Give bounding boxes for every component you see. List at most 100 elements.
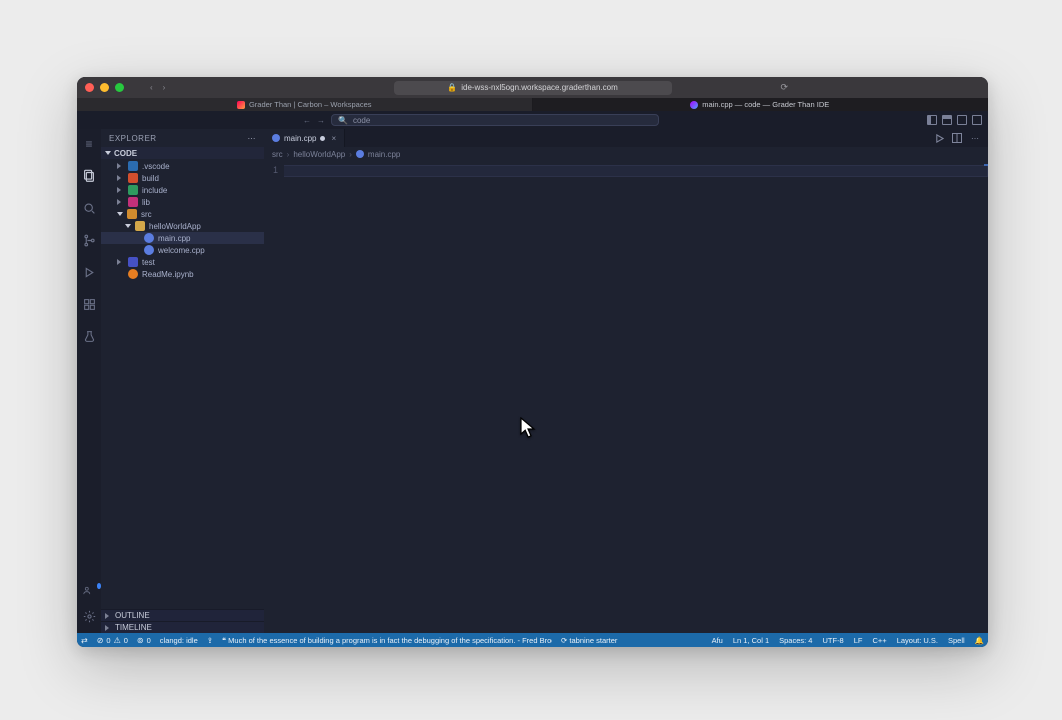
status-bar: ⇄ ⊘0 ⚠0 ⊚0 clangd: idle ⇪ ❝ Much of the … [77,633,988,647]
line-number: 1 [264,165,278,175]
indentation-status[interactable]: Spaces: 4 [779,636,812,645]
folder-item[interactable]: build [101,172,264,184]
warning-icon: ⚠ [114,636,121,645]
tree-item-label: src [141,210,152,219]
eol-status[interactable]: LF [854,636,863,645]
clangd-status[interactable]: clangd: idle [160,636,198,645]
chevron-right-icon [117,187,124,193]
tabnine-status[interactable]: ⟳ tabnine starter [561,636,617,645]
close-window-button[interactable] [85,83,94,92]
browser-url: ide-wss-nxl5ogn.workspace.graderthan.com [461,83,618,92]
outline-section-header[interactable]: OUTLINE [101,609,264,621]
notifications-bell-icon[interactable]: 🔔 [975,636,984,645]
explorer-more-icon[interactable]: ⋯ [248,134,257,143]
file-item[interactable]: welcome.cpp [101,244,264,256]
keyboard-layout[interactable]: Layout: U.S. [897,636,938,645]
chevron-right-icon [105,625,112,631]
reload-icon[interactable]: ⟳ [780,82,788,93]
explorer-icon[interactable] [82,169,96,183]
ports-indicator[interactable]: ⊚0 [137,636,151,645]
ide-command-bar: ← → 🔍 code [77,111,988,129]
chevron-down-icon [105,151,111,155]
editor-tab-label: main.cpp [284,134,316,143]
customize-layout-button[interactable] [972,115,982,125]
toggle-panel-button[interactable] [942,115,952,125]
testing-icon[interactable] [82,329,96,343]
more-actions-icon[interactable]: ⋯ [970,133,980,143]
close-tab-icon[interactable]: × [331,134,336,143]
problems-indicator[interactable]: ⊘0 ⚠0 [97,636,128,645]
maximize-window-button[interactable] [115,83,124,92]
browser-forward-button[interactable]: › [163,83,166,92]
live-share-icon[interactable]: ⇪ [207,636,213,645]
folder-item[interactable]: src [101,208,264,220]
extensions-icon[interactable] [82,297,96,311]
encoding-status[interactable]: UTF-8 [822,636,843,645]
folder-item[interactable]: helloWorldApp [101,220,264,232]
remote-indicator[interactable]: ⇄ [81,636,88,645]
search-placeholder: code [353,116,370,125]
file-icon [144,233,154,243]
spell-check-status[interactable]: Spell [948,636,965,645]
source-control-icon[interactable] [82,233,96,247]
history-forward-button[interactable]: → [317,116,325,125]
browser-back-button[interactable]: ‹ [150,83,153,92]
folder-item[interactable]: test [101,256,264,268]
file-icon [128,269,138,279]
minimize-window-button[interactable] [100,83,109,92]
split-editor-icon[interactable] [952,133,962,143]
browser-titlebar: ‹ › 🔒 ide-wss-nxl5ogn.workspace.graderth… [77,77,988,98]
accounts-icon[interactable] [82,583,96,597]
warning-count: 0 [124,636,128,645]
folder-item[interactable]: include [101,184,264,196]
editor-tab[interactable]: main.cpp × [264,129,345,147]
activity-bar: ≡ [77,129,101,633]
error-count: 0 [106,636,110,645]
search-activity-icon[interactable] [82,201,96,215]
tab-favicon [237,101,245,109]
file-item[interactable]: ReadMe.ipynb [101,268,264,280]
folder-item[interactable]: lib [101,196,264,208]
history-back-button[interactable]: ← [303,116,311,125]
ide-history-nav: ← → [303,116,325,125]
minimap[interactable] [983,161,988,633]
browser-url-bar[interactable]: 🔒 ide-wss-nxl5ogn.workspace.graderthan.c… [394,81,672,95]
toggle-secondary-sidebar-button[interactable] [957,115,967,125]
tab-favicon [690,101,698,109]
file-item[interactable]: main.cpp [101,232,264,244]
folder-icon [128,173,138,183]
folder-icon [128,161,138,171]
editor-tab-actions: ⋯ [926,129,988,147]
code-body[interactable] [284,161,988,633]
search-icon: 🔍 [338,116,348,125]
settings-gear-icon[interactable] [82,609,96,623]
run-file-icon[interactable] [934,133,944,143]
code-editor[interactable]: 1 [264,161,988,633]
browser-tab[interactable]: main.cpp — code — Grader Than IDE [533,98,989,111]
menu-icon[interactable]: ≡ [82,137,96,151]
toggle-primary-sidebar-button[interactable] [927,115,937,125]
cursor-position[interactable]: Ln 1, Col 1 [733,636,769,645]
afu-indicator[interactable]: Afu [712,636,723,645]
workspace-section-header[interactable]: CODE [101,147,264,159]
language-mode[interactable]: C++ [873,636,887,645]
remote-icon: ⇄ [81,636,88,645]
run-debug-icon[interactable] [82,265,96,279]
breadcrumb-segment[interactable]: helloWorldApp [293,150,345,159]
breadcrumb-segment[interactable]: src [272,150,283,159]
traffic-lights [85,83,124,92]
browser-window: ‹ › 🔒 ide-wss-nxl5ogn.workspace.graderth… [77,77,988,647]
chevron-down-icon [125,224,131,228]
browser-tab[interactable]: Grader Than | Carbon – Workspaces [77,98,533,111]
timeline-section-header[interactable]: TIMELINE [101,621,264,633]
breadcrumb-segment[interactable]: main.cpp [368,150,400,159]
breadcrumb[interactable]: src › helloWorldApp › main.cpp [264,147,988,161]
line-number-gutter: 1 [264,161,284,633]
chevron-right-icon [117,163,124,169]
command-center-search[interactable]: 🔍 code [331,114,659,126]
browser-tab-label: Grader Than | Carbon – Workspaces [249,100,372,109]
minimap-thumb[interactable] [984,164,988,166]
folder-item[interactable]: .vscode [101,160,264,172]
chevron-right-icon: › [349,150,352,159]
chevron-right-icon [117,175,124,181]
